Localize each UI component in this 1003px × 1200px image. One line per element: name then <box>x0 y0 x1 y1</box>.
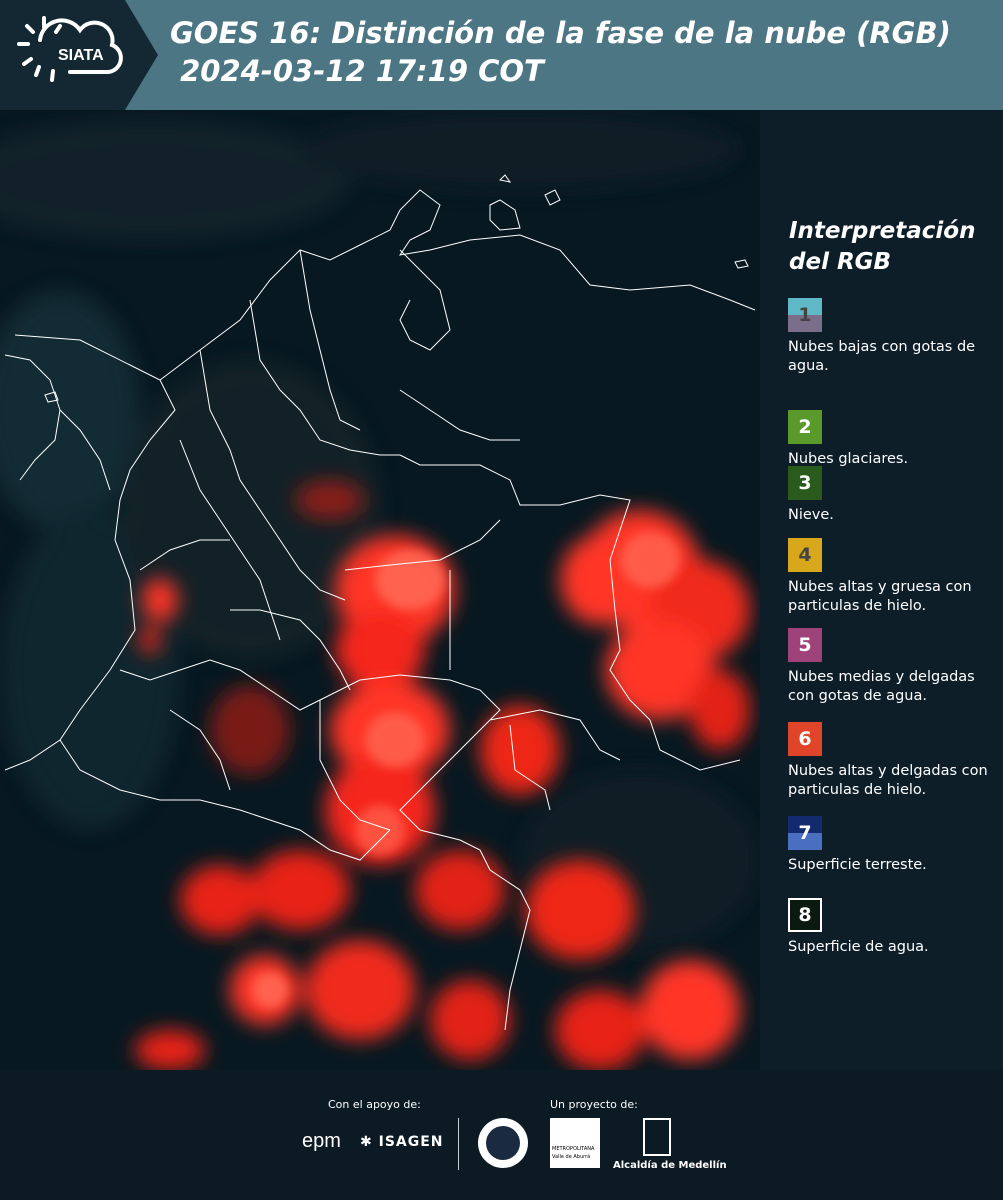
epm-logo: epm <box>302 1130 341 1152</box>
footer: Con el apoyo de: Un proyecto de: epm ✱ I… <box>0 1070 1003 1200</box>
svg-text:SIATA: SIATA <box>58 47 104 64</box>
legend-label: Nubes medias y delgadas con gotas de agu… <box>788 669 975 704</box>
header-bar: SIATA GOES 16: Distinción de la fase de … <box>0 0 1003 110</box>
legend-swatch: 7 <box>788 816 822 850</box>
legend-item: 8 Superficie de agua. <box>788 898 998 957</box>
siata-logo: SIATA <box>0 0 160 110</box>
isagen-logo: ✱ ISAGEN <box>360 1134 444 1150</box>
legend-item: 5 Nubes medias y delgadas con gotas de ag… <box>788 628 998 706</box>
legend-title: Interpretación del RGB <box>789 218 976 275</box>
legend-item: 4 Nubes altas y gruesa con particulas de … <box>788 538 998 616</box>
legend-item: 7 Superficie terreste. <box>788 816 998 875</box>
page-title: GOES 16: Distinción de la fase de la nub… <box>170 16 951 88</box>
legend-swatch: 1 <box>788 298 822 332</box>
legend-item: 3 Nieve. <box>788 466 998 525</box>
legend-swatch: 5 <box>788 628 822 662</box>
legend-item: 2 Nubes glaciares. <box>788 410 998 469</box>
support-label: Con el apoyo de: <box>328 1098 421 1111</box>
legend-swatch: 8 <box>788 898 822 932</box>
legend-label: Nubes bajas con gotas de agua. <box>788 339 976 374</box>
legend-label: Nubes altas y delgadas con particulas de… <box>788 763 988 798</box>
legend-item: 1 Nubes bajas con gotas de agua. <box>788 298 998 376</box>
area-metropolitana-logo: METROPOLITANA Valle de Aburrá <box>550 1118 600 1168</box>
legend-item: 6 Nubes altas y delgadas con particulas d… <box>788 722 998 800</box>
legend-label: Superficie de agua. <box>788 939 929 955</box>
legend-swatch: 4 <box>788 538 822 572</box>
project-label: Un proyecto de: <box>550 1098 638 1111</box>
medellin-shield-icon <box>643 1118 671 1156</box>
legend-swatch: 6 <box>788 722 822 756</box>
legend-swatch: 2 <box>788 410 822 444</box>
satellite-map <box>0 110 760 1070</box>
legend-label: Nubes altas y gruesa con particulas de h… <box>788 579 972 614</box>
medellin-label: Alcaldía de Medellín <box>613 1160 727 1171</box>
isagen-star-icon: ✱ <box>360 1134 373 1150</box>
legend-label: Superficie terreste. <box>788 857 927 873</box>
legend-label: Nieve. <box>788 507 834 523</box>
legend-panel: Interpretación del RGB 1 Nubes bajas con … <box>760 110 1003 1070</box>
seal-logo <box>478 1118 528 1168</box>
legend-swatch: 3 <box>788 466 822 500</box>
footer-divider <box>458 1118 459 1170</box>
